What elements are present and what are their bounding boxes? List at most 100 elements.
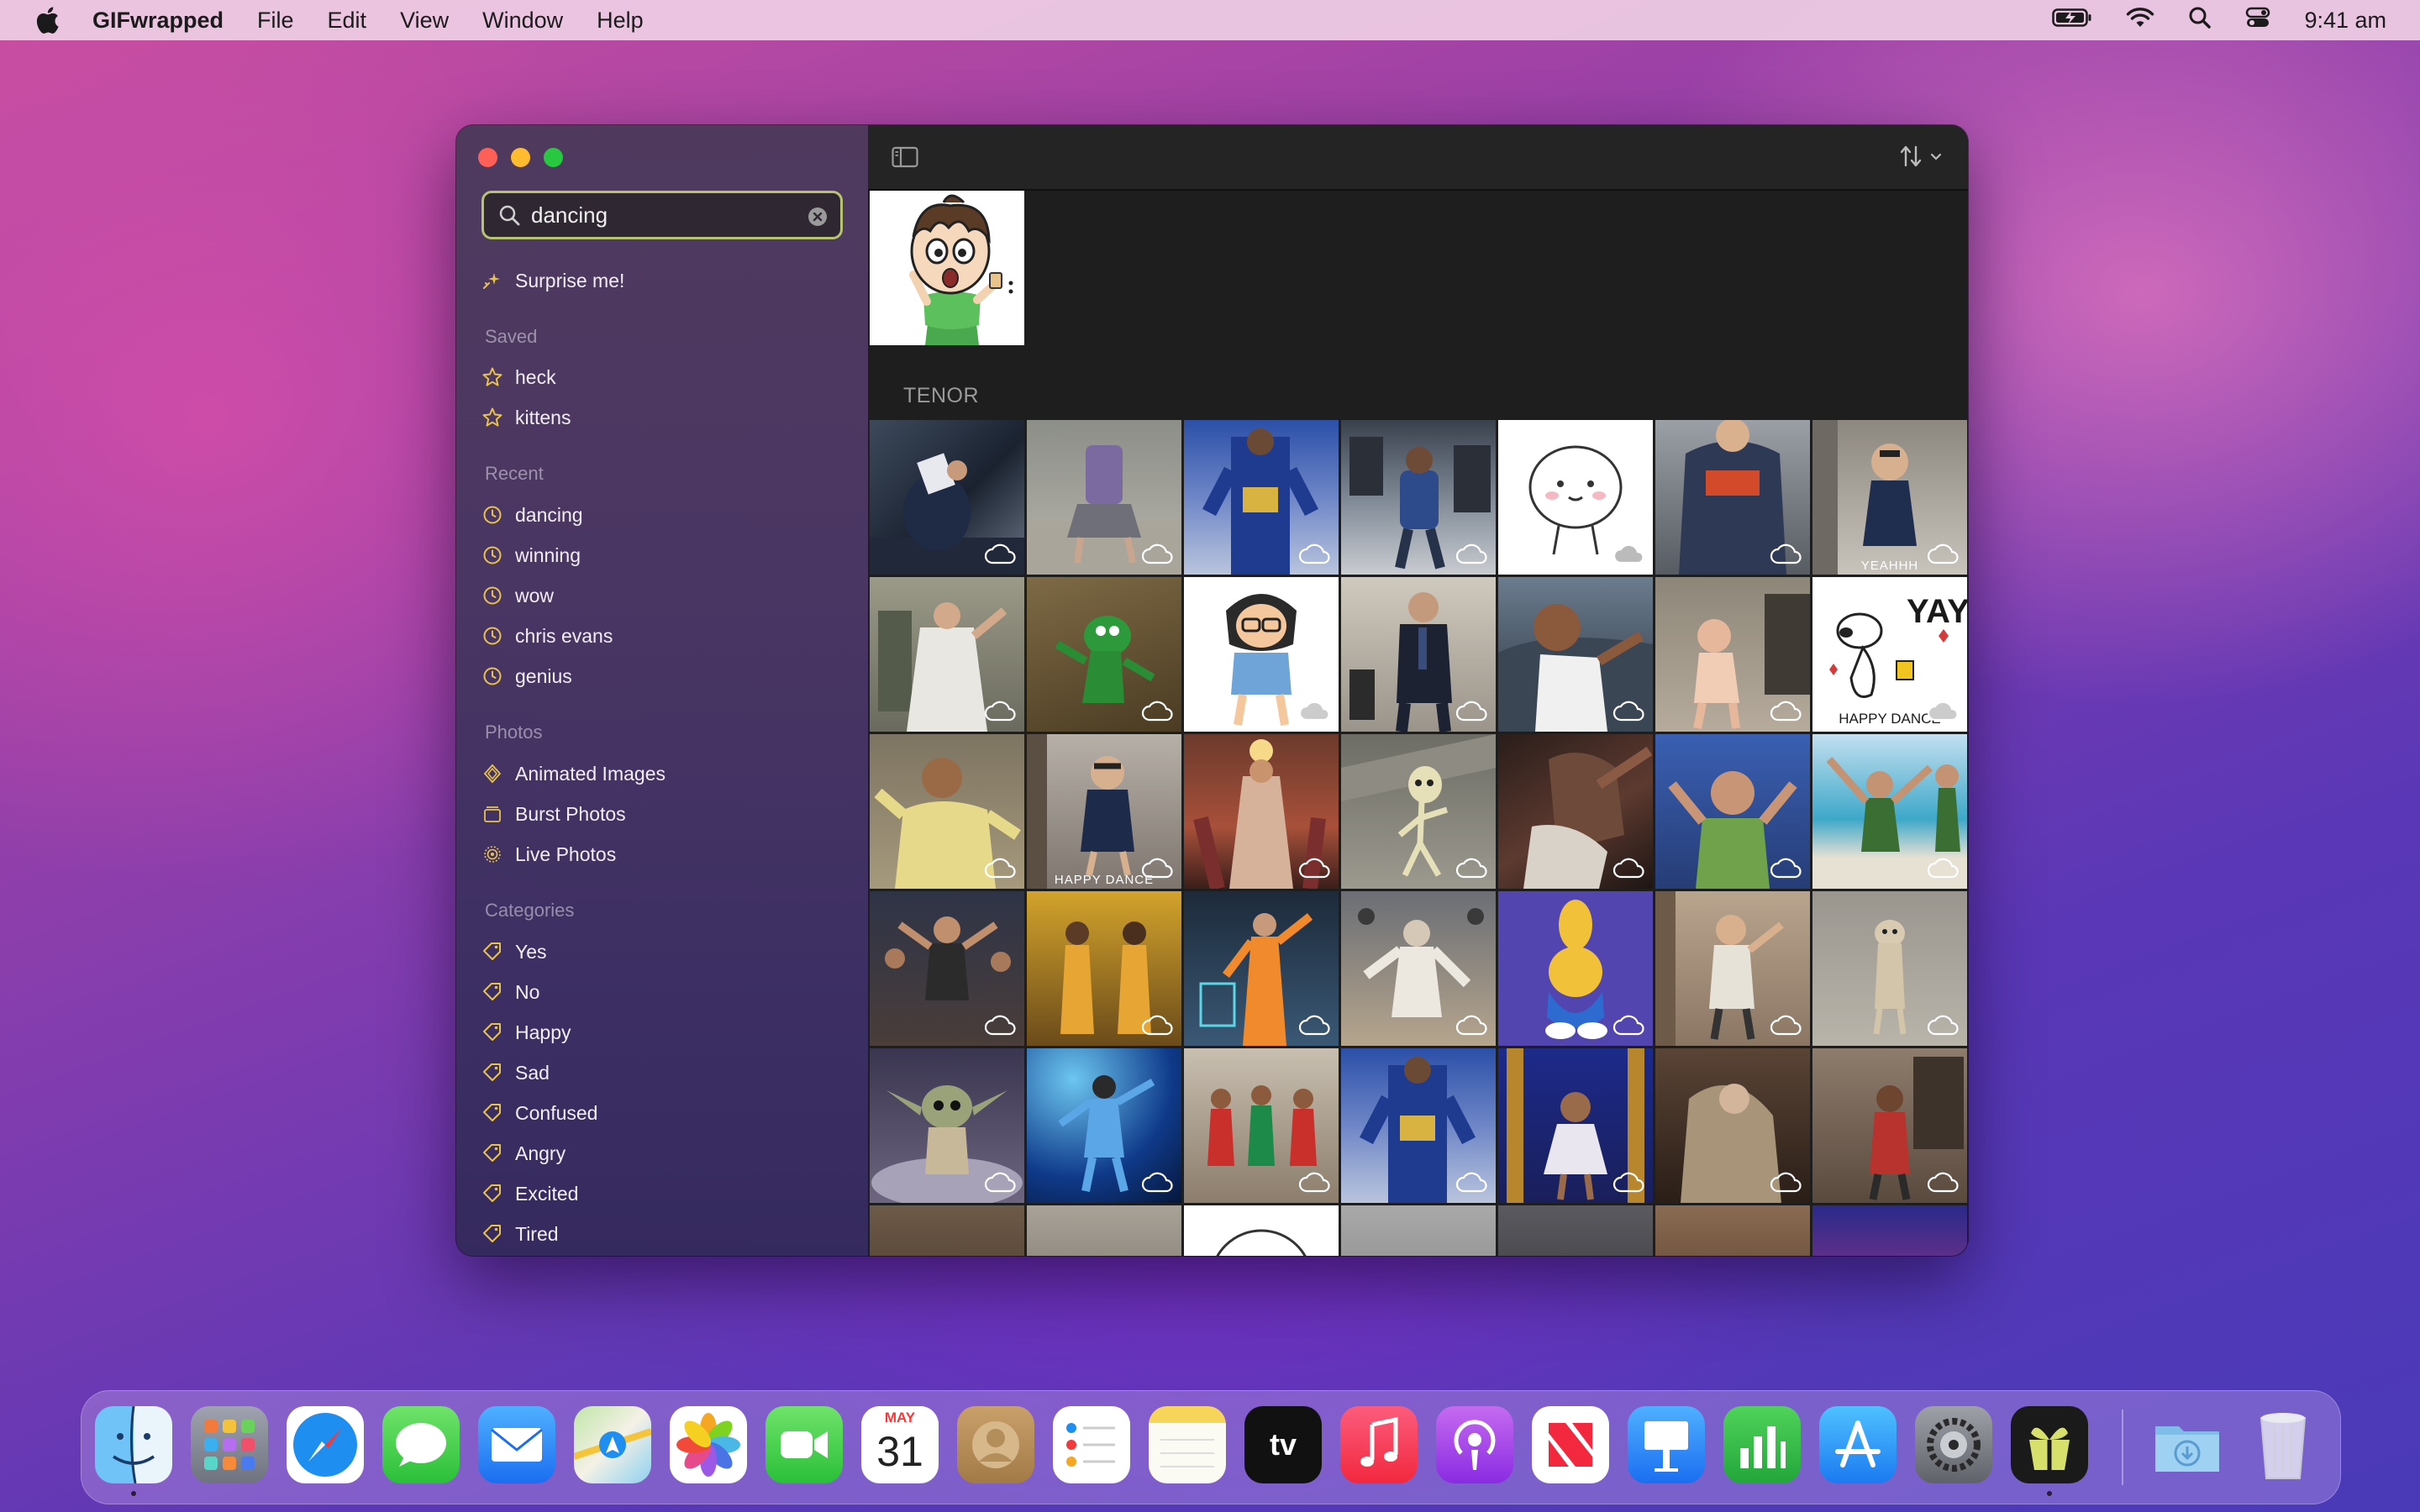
gif-result[interactable] <box>1498 891 1653 1046</box>
category-item-no[interactable]: No <box>481 975 539 1009</box>
recent-item-chris-evans[interactable]: chris evans <box>481 619 613 653</box>
recent-item-wow[interactable]: wow <box>481 579 554 612</box>
featured-gif-thumbnail[interactable] <box>870 191 1024 345</box>
gif-result[interactable] <box>1655 1205 1810 1256</box>
gif-result[interactable] <box>1498 577 1653 732</box>
toggle-sidebar-icon[interactable] <box>892 145 918 169</box>
view-menu[interactable]: View <box>400 8 449 34</box>
photos-app-icon[interactable] <box>670 1406 747 1483</box>
apple-tv-icon[interactable]: tv <box>1244 1406 1322 1483</box>
gif-result[interactable] <box>1655 891 1810 1046</box>
gif-result[interactable] <box>1498 734 1653 889</box>
gif-result[interactable] <box>1498 1048 1653 1203</box>
gif-result[interactable] <box>870 577 1024 732</box>
gif-result[interactable] <box>1341 1205 1496 1256</box>
gif-result[interactable] <box>1341 577 1496 732</box>
gif-result[interactable] <box>1655 734 1810 889</box>
gif-result[interactable]: YEAHHH <box>1812 420 1967 575</box>
zoom-window-button[interactable] <box>544 148 563 167</box>
category-item-confused[interactable]: Confused <box>481 1096 597 1130</box>
gif-result[interactable]: HAPPY DANCE <box>1027 734 1181 889</box>
gif-result[interactable] <box>870 1205 1024 1256</box>
gifwrapped-icon[interactable] <box>2011 1406 2088 1483</box>
recent-item-genius[interactable]: genius <box>481 659 572 693</box>
gif-result[interactable] <box>1655 420 1810 575</box>
gif-result[interactable] <box>1812 891 1967 1046</box>
gif-result[interactable] <box>1341 420 1496 575</box>
news-icon[interactable] <box>1532 1406 1609 1483</box>
wifi-icon[interactable] <box>2126 7 2154 34</box>
apple-menu-icon[interactable] <box>30 3 64 37</box>
reminders-icon[interactable] <box>1053 1406 1130 1483</box>
gif-result[interactable] <box>1184 420 1339 575</box>
file-menu[interactable]: File <box>257 8 294 34</box>
messages-icon[interactable] <box>382 1406 460 1483</box>
gif-result[interactable] <box>1184 1205 1339 1256</box>
gif-result[interactable] <box>1812 1205 1967 1256</box>
edit-menu[interactable]: Edit <box>328 8 367 34</box>
safari-icon[interactable] <box>287 1406 364 1483</box>
gif-result[interactable] <box>1812 1048 1967 1203</box>
calendar-icon[interactable]: MAY 31 <box>861 1406 939 1483</box>
sort-menu-button[interactable] <box>1899 144 1943 173</box>
gif-result[interactable] <box>1027 420 1181 575</box>
close-window-button[interactable] <box>478 148 497 167</box>
category-item-tired[interactable]: Tired <box>481 1217 559 1251</box>
spotlight-search-icon[interactable] <box>2188 6 2212 35</box>
facetime-icon[interactable] <box>765 1406 843 1483</box>
gif-result[interactable] <box>1184 577 1339 732</box>
control-center-icon[interactable] <box>2245 6 2270 35</box>
gif-result[interactable] <box>1027 891 1181 1046</box>
gif-result[interactable]: YAY HAPPY DANCE <box>1812 577 1967 732</box>
search-field[interactable] <box>481 191 843 239</box>
help-menu[interactable]: Help <box>597 8 644 34</box>
launchpad-icon[interactable] <box>191 1406 268 1483</box>
minimize-window-button[interactable] <box>511 148 530 167</box>
gif-result[interactable] <box>1655 577 1810 732</box>
gif-result[interactable] <box>870 734 1024 889</box>
category-item-happy[interactable]: Happy <box>481 1016 571 1049</box>
gif-result[interactable] <box>1027 1048 1181 1203</box>
system-preferences-icon[interactable] <box>1915 1406 1992 1483</box>
gif-result[interactable] <box>1184 1048 1339 1203</box>
notes-icon[interactable] <box>1149 1406 1226 1483</box>
recent-item-dancing[interactable]: dancing <box>481 498 583 532</box>
app-menu[interactable]: GIFwrapped <box>92 8 224 34</box>
gif-result[interactable] <box>1341 1048 1496 1203</box>
search-input[interactable] <box>529 201 802 229</box>
mail-icon[interactable] <box>478 1406 555 1483</box>
gif-result[interactable] <box>1812 734 1967 889</box>
battery-icon[interactable] <box>2052 8 2092 34</box>
gif-result[interactable] <box>1498 420 1653 575</box>
contacts-icon[interactable] <box>957 1406 1034 1483</box>
podcasts-icon[interactable] <box>1436 1406 1513 1483</box>
category-item-yes[interactable]: Yes <box>481 935 547 969</box>
category-item-excited[interactable]: Excited <box>481 1177 578 1210</box>
category-item-angry[interactable]: Angry <box>481 1137 566 1170</box>
photos-item-animated-images[interactable]: Animated Images <box>481 757 666 790</box>
finder-icon[interactable] <box>95 1406 172 1483</box>
photos-item-burst-photos[interactable]: Burst Photos <box>481 797 626 831</box>
downloads-folder-icon[interactable] <box>2149 1406 2226 1483</box>
gif-result[interactable] <box>1027 577 1181 732</box>
keynote-icon[interactable] <box>1628 1406 1705 1483</box>
photos-item-live-photos[interactable]: Live Photos <box>481 837 616 871</box>
saved-item-heck[interactable]: heck <box>481 360 556 394</box>
window-menu[interactable]: Window <box>482 8 563 34</box>
saved-item-kittens[interactable]: kittens <box>481 401 571 434</box>
gif-result[interactable] <box>870 891 1024 1046</box>
recent-item-winning[interactable]: winning <box>481 538 581 572</box>
clear-search-icon[interactable] <box>807 206 829 228</box>
gif-result[interactable] <box>1027 1205 1181 1256</box>
music-icon[interactable] <box>1340 1406 1418 1483</box>
gif-result[interactable] <box>870 420 1024 575</box>
gif-result[interactable] <box>1341 734 1496 889</box>
trash-icon[interactable] <box>2244 1406 2322 1483</box>
gif-result[interactable] <box>1498 1205 1653 1256</box>
maps-icon[interactable] <box>574 1406 651 1483</box>
app-store-icon[interactable] <box>1819 1406 1897 1483</box>
menubar-clock[interactable]: 9:41 am <box>2304 8 2386 34</box>
numbers-icon[interactable] <box>1723 1406 1801 1483</box>
category-item-sad[interactable]: Sad <box>481 1056 550 1089</box>
gif-result[interactable] <box>1341 891 1496 1046</box>
